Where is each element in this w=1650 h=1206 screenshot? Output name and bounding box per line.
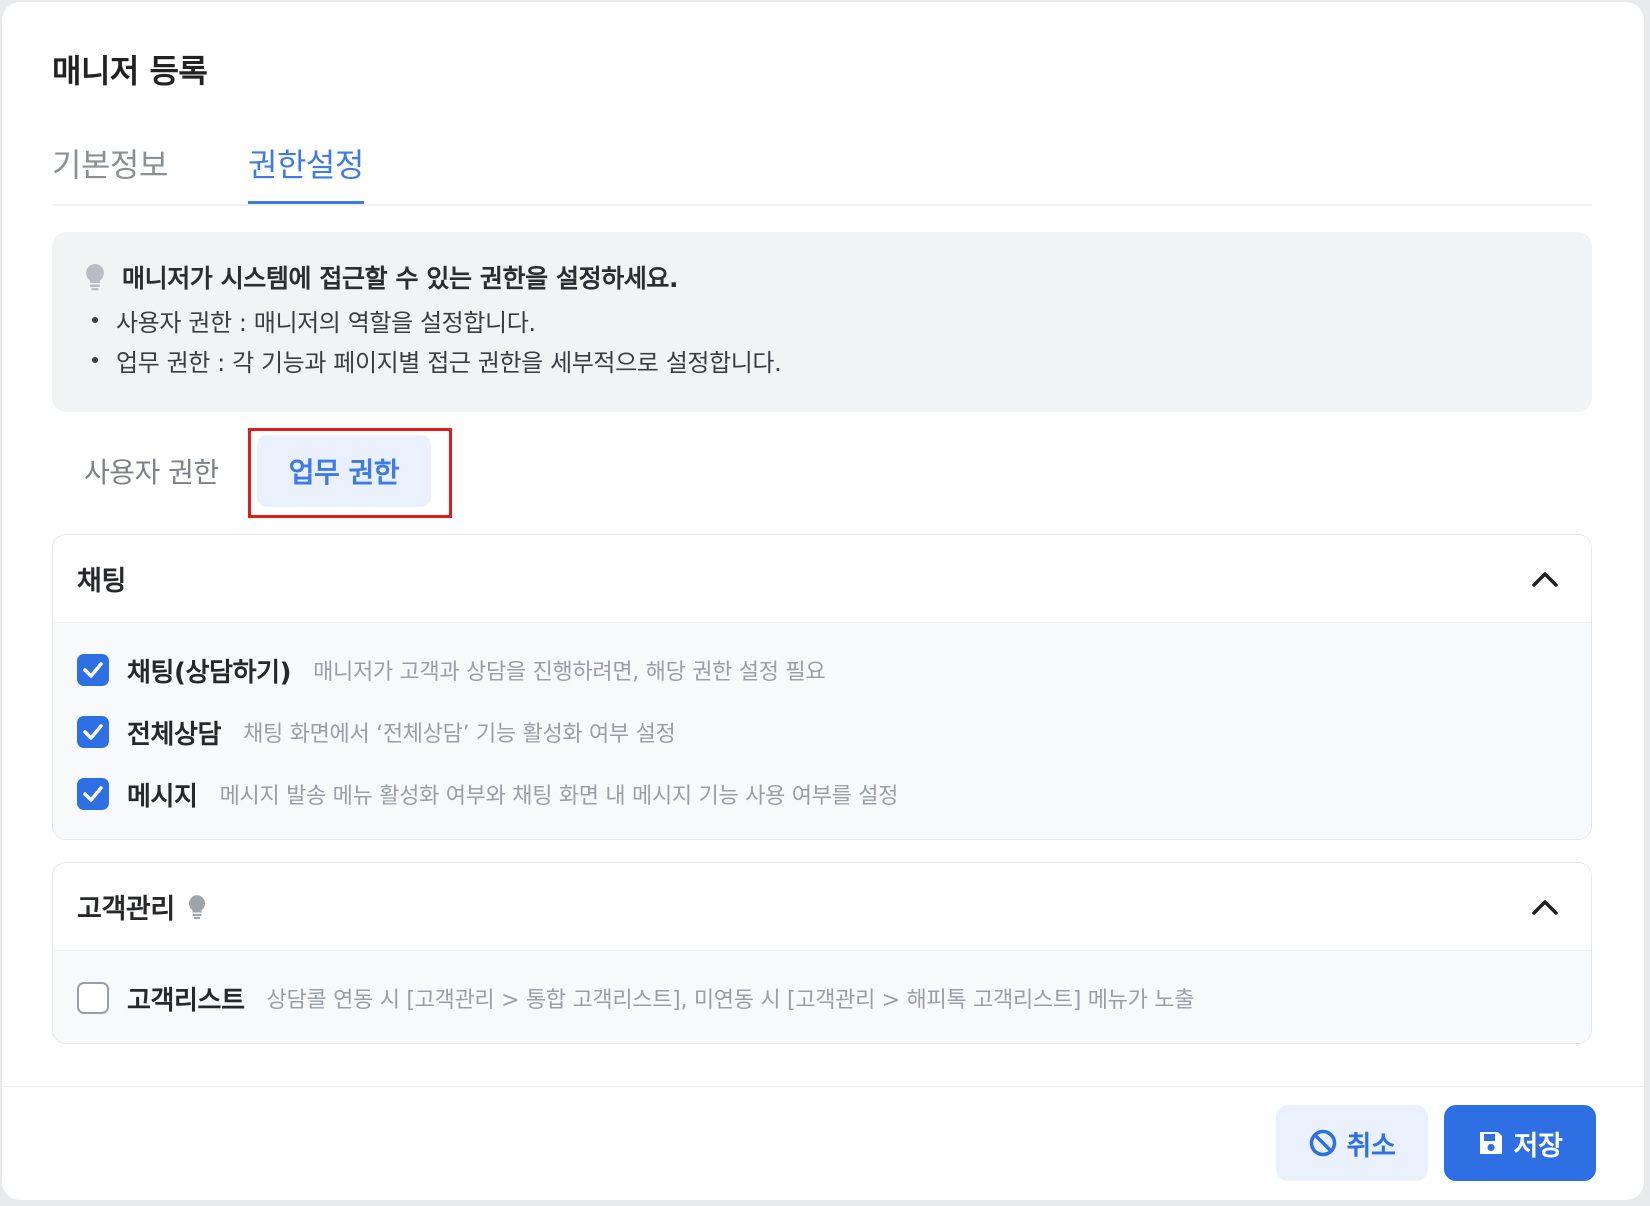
dialog-footer: 취소 저장 <box>2 1086 1644 1200</box>
lightbulb-icon[interactable] <box>187 893 207 921</box>
bullet-dot <box>92 317 98 323</box>
permission-label: 고객리스트 <box>127 985 245 1016</box>
subtab-work-permission[interactable]: 업무 권한 <box>256 435 431 507</box>
section-title: 고객관리 <box>77 894 175 925</box>
info-item-text: 업무 권한 : 각 기능과 페이지별 접근 권한을 세부적으로 설정합니다. <box>116 348 782 377</box>
section-title-wrap: 고객관리 <box>77 887 207 926</box>
manager-register-dialog: 매니저 등록 기본정보 권한설정 매니저가 시스템에 접근할 수 있는 권한을 … <box>2 2 1644 1200</box>
permission-label: 채팅(상담하기) <box>127 657 292 688</box>
section-chat: 채팅 채팅(상담하기) 매니저가 고객과 상담을 진행하려면, 해당 권한 설정… <box>52 534 1592 840</box>
section-body: 채팅(상담하기) 매니저가 고객과 상담을 진행하려면, 해당 권한 설정 필요… <box>53 623 1591 839</box>
save-button[interactable]: 저장 <box>1444 1105 1596 1181</box>
cancel-button[interactable]: 취소 <box>1276 1105 1428 1181</box>
chevron-up-icon[interactable] <box>1525 887 1565 927</box>
check-icon <box>83 786 103 802</box>
section-body: 고객리스트 상담콜 연동 시 [고객관리 > 통합 고객리스트], 미연동 시 … <box>53 951 1591 1043</box>
info-item-text: 사용자 권한 : 매니저의 역할을 설정합니다. <box>116 308 536 337</box>
tab-basic-info[interactable]: 기본정보 <box>52 140 168 204</box>
check-icon <box>83 662 103 678</box>
ban-icon <box>1308 1128 1338 1158</box>
info-box: 매니저가 시스템에 접근할 수 있는 권한을 설정하세요. 사용자 권한 : 매… <box>52 232 1592 412</box>
checkbox-chat-consult[interactable] <box>77 654 109 686</box>
save-button-label: 저장 <box>1513 1130 1563 1162</box>
permission-description: 상담콜 연동 시 [고객관리 > 통합 고객리스트], 미연동 시 [고객관리 … <box>266 988 1195 1013</box>
permission-description: 매니저가 고객과 상담을 진행하려면, 해당 권한 설정 필요 <box>313 660 826 685</box>
save-icon <box>1477 1129 1505 1157</box>
permission-row: 채팅(상담하기) 매니저가 고객과 상담을 진행하려면, 해당 권한 설정 필요 <box>77 639 1567 701</box>
info-headline: 매니저가 시스템에 접근할 수 있는 권한을 설정하세요. <box>122 264 679 293</box>
cancel-button-label: 취소 <box>1346 1130 1396 1162</box>
section-header[interactable]: 고객관리 <box>53 863 1591 951</box>
permission-row: 고객리스트 상담콜 연동 시 [고객관리 > 통합 고객리스트], 미연동 시 … <box>77 967 1567 1029</box>
bullet-dot <box>92 357 98 363</box>
dialog-title: 매니저 등록 <box>52 52 208 90</box>
tab-permission-settings[interactable]: 권한설정 <box>248 140 364 204</box>
lightbulb-icon <box>80 263 110 291</box>
section-header[interactable]: 채팅 <box>53 535 1591 623</box>
permission-label: 전체상담 <box>127 719 222 750</box>
tab-bar: 기본정보 권한설정 <box>52 122 1592 206</box>
checkbox-all-consult[interactable] <box>77 716 109 748</box>
section-customer-management: 고객관리 고객리스트 상담콜 연동 시 [고객관리 > 통합 고객리스트], 미… <box>52 862 1592 1044</box>
subtab-user-permission[interactable]: 사용자 권한 <box>52 451 257 491</box>
section-title: 채팅 <box>77 566 126 597</box>
permission-subtabs: 사용자 권한 업무 권한 <box>52 430 431 512</box>
checkbox-message[interactable] <box>77 778 109 810</box>
chevron-up-icon[interactable] <box>1525 559 1565 599</box>
checkbox-customer-list[interactable] <box>77 982 109 1014</box>
info-item: 업무 권한 : 각 기능과 페이지별 접근 권한을 세부적으로 설정합니다. <box>80 340 1564 380</box>
permission-row: 전체상담 채팅 화면에서 ‘전체상담’ 기능 활성화 여부 설정 <box>77 701 1567 763</box>
permission-row: 메시지 메시지 발송 메뉴 활성화 여부와 채팅 화면 내 메시지 기능 사용 … <box>77 763 1567 825</box>
permission-description: 메시지 발송 메뉴 활성화 여부와 채팅 화면 내 메시지 기능 사용 여부를 … <box>219 784 899 809</box>
info-headline-row: 매니저가 시스템에 접근할 수 있는 권한을 설정하세요. <box>80 254 1564 300</box>
permission-label: 메시지 <box>127 781 198 812</box>
info-item: 사용자 권한 : 매니저의 역할을 설정합니다. <box>80 300 1564 340</box>
check-icon <box>83 724 103 740</box>
permission-description: 채팅 화면에서 ‘전체상담’ 기능 활성화 여부 설정 <box>243 722 676 747</box>
